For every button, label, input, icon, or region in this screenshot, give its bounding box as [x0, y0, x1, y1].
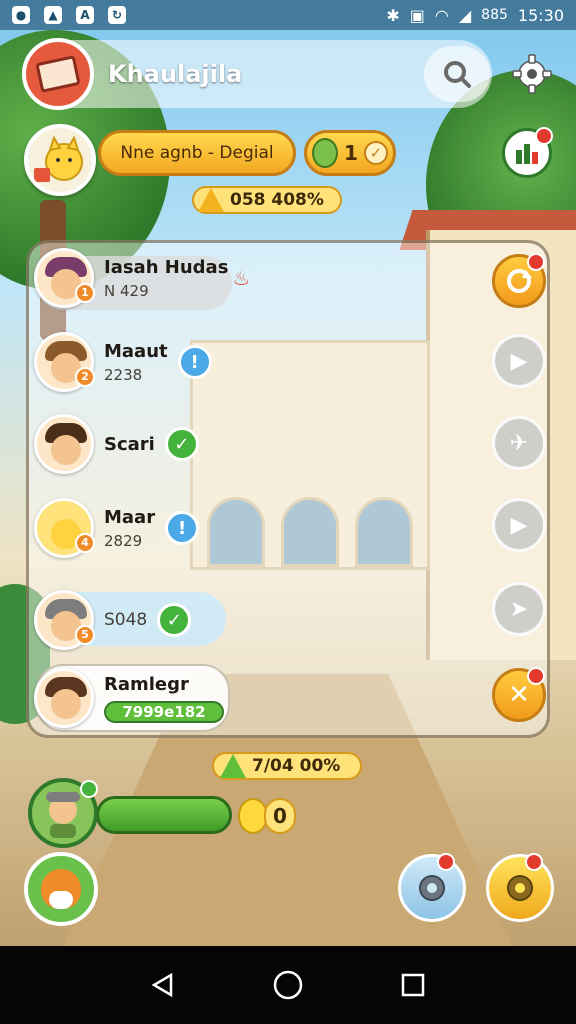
leaderboard-row[interactable]: 2 Maaut 2238 ! [34, 332, 212, 392]
row-name: Iasah Hudas [104, 256, 229, 278]
close-icon: ✕ [508, 680, 530, 710]
progress-bar [96, 796, 232, 834]
player-avatar-small [34, 668, 94, 728]
rank-badge: 4 [75, 533, 95, 553]
next-button[interactable]: ▶ [492, 334, 546, 388]
share-button[interactable]: ✈ [492, 416, 546, 470]
bottom-score-badge: 7/04 00% [212, 752, 362, 780]
notification-badge [527, 667, 545, 685]
accept-button[interactable]: ✓ [164, 427, 199, 461]
row-progress: 7999e182 [104, 700, 224, 723]
recents-square-icon [402, 973, 425, 997]
row-name: Ramlegr [104, 673, 189, 695]
play-arrow-icon: ▶ [510, 348, 528, 374]
home-circle-icon [273, 970, 303, 1000]
wifi-icon: ◠ [434, 5, 449, 25]
player-avatar-small: 5 [34, 590, 95, 650]
close-button[interactable]: ✕ [492, 667, 546, 722]
notification-badge [527, 253, 545, 271]
send-button[interactable]: ➤ [492, 582, 546, 636]
sync-icon: ↻ [108, 6, 126, 24]
signal-icon: ◢ [458, 5, 472, 25]
leaderboard-row[interactable]: 5 S048 ✓ [34, 590, 192, 650]
player-score-badge: 058 408% [192, 186, 342, 214]
search-icon [444, 61, 471, 88]
bird-icon: ✈ [509, 430, 529, 456]
status-bar: ● ▲ A ↻ ✱ ▣ ◠ ◢ 885 15:30 [0, 0, 576, 30]
next-button[interactable]: ▶ [492, 498, 546, 552]
leaderboard-row[interactable]: 1 Iasah Hudas N 429 ♨ [34, 248, 250, 308]
leaderboard-row[interactable]: 4 Maar 2829 ! [34, 498, 200, 558]
player-avatar-small: 2 [34, 332, 95, 392]
search-button[interactable] [424, 46, 490, 102]
accept-button[interactable]: ✓ [157, 603, 192, 637]
flame-icon: ♨ [232, 266, 251, 290]
player-avatar-small: 1 [34, 248, 95, 308]
notification-badge [437, 853, 455, 871]
workshop-button[interactable] [398, 853, 466, 922]
check-icon: ✓ [363, 141, 388, 165]
row-name: Maaut [104, 340, 168, 362]
current-player-row[interactable]: Ramlegr 7999e182 [34, 668, 224, 728]
row-score: 2829 [104, 531, 143, 550]
row-score: N 429 [104, 281, 149, 300]
app-logo-button[interactable] [22, 38, 94, 110]
settings-gear-button[interactable] [486, 853, 554, 922]
back-button[interactable] [145, 967, 181, 1003]
coin-count: 0 [264, 798, 296, 834]
gear-icon [419, 875, 445, 901]
avatar-face [51, 435, 81, 465]
home-button[interactable] [270, 967, 306, 1003]
row-score: S048 [104, 610, 148, 630]
vibrate-icon: ▣ [409, 5, 425, 25]
player-avatar-small [34, 414, 94, 474]
rank-badge: 2 [75, 367, 95, 387]
level-coin-icon [312, 138, 339, 168]
fox-icon [41, 869, 81, 909]
player-level: 1 [344, 141, 358, 165]
cat-avatar-icon [34, 135, 83, 182]
notification-badge [535, 127, 553, 145]
alert-icon: A [76, 6, 94, 24]
bluetooth-icon: ✱ [386, 5, 400, 25]
row-name: Scari [104, 433, 155, 455]
player-name-badge[interactable]: Nne agnb - Degial [98, 130, 296, 176]
send-arrow-icon: ➤ [509, 596, 529, 622]
rank-badge: 1 [75, 283, 95, 303]
notification-badge [525, 853, 543, 871]
refresh-icon [507, 269, 532, 293]
play-arrow-icon: ▶ [510, 512, 528, 538]
page-title: Khaulajila [108, 60, 243, 88]
gear-icon [512, 54, 552, 94]
back-triangle-icon [151, 972, 172, 998]
row-score: 2238 [104, 365, 143, 384]
player-score: 058 408% [230, 190, 324, 210]
notification-icon: ● [12, 6, 30, 24]
system-nav-bar [0, 946, 576, 1024]
app-notification-icon: ▲ [44, 6, 62, 24]
avatar-face [51, 689, 81, 719]
score-triangle-icon [198, 188, 224, 212]
row-name: Maar [104, 506, 156, 528]
refresh-button[interactable] [492, 253, 546, 308]
player-avatar[interactable] [24, 124, 96, 196]
player-avatar-small: 4 [34, 498, 95, 558]
logo-paper-icon [35, 55, 81, 93]
friends-button[interactable] [502, 127, 553, 178]
leaderboard-row[interactable]: Scari ✓ [34, 414, 199, 474]
info-button[interactable]: ! [165, 511, 200, 545]
settings-button[interactable] [508, 50, 556, 98]
bottom-score: 7/04 00% [252, 756, 341, 776]
player-level-badge[interactable]: 1 ✓ [304, 130, 396, 176]
clock: 15:30 [517, 5, 564, 25]
bottom-player-avatar[interactable] [28, 778, 98, 848]
gear-icon [507, 875, 533, 901]
rank-badge: 5 [75, 625, 95, 645]
info-button[interactable]: ! [177, 345, 212, 379]
pet-button[interactable] [24, 852, 98, 926]
recents-button[interactable] [395, 967, 431, 1003]
level-badge [80, 780, 98, 798]
score-triangle-icon [220, 754, 246, 778]
battery-level: 885 [481, 7, 508, 23]
